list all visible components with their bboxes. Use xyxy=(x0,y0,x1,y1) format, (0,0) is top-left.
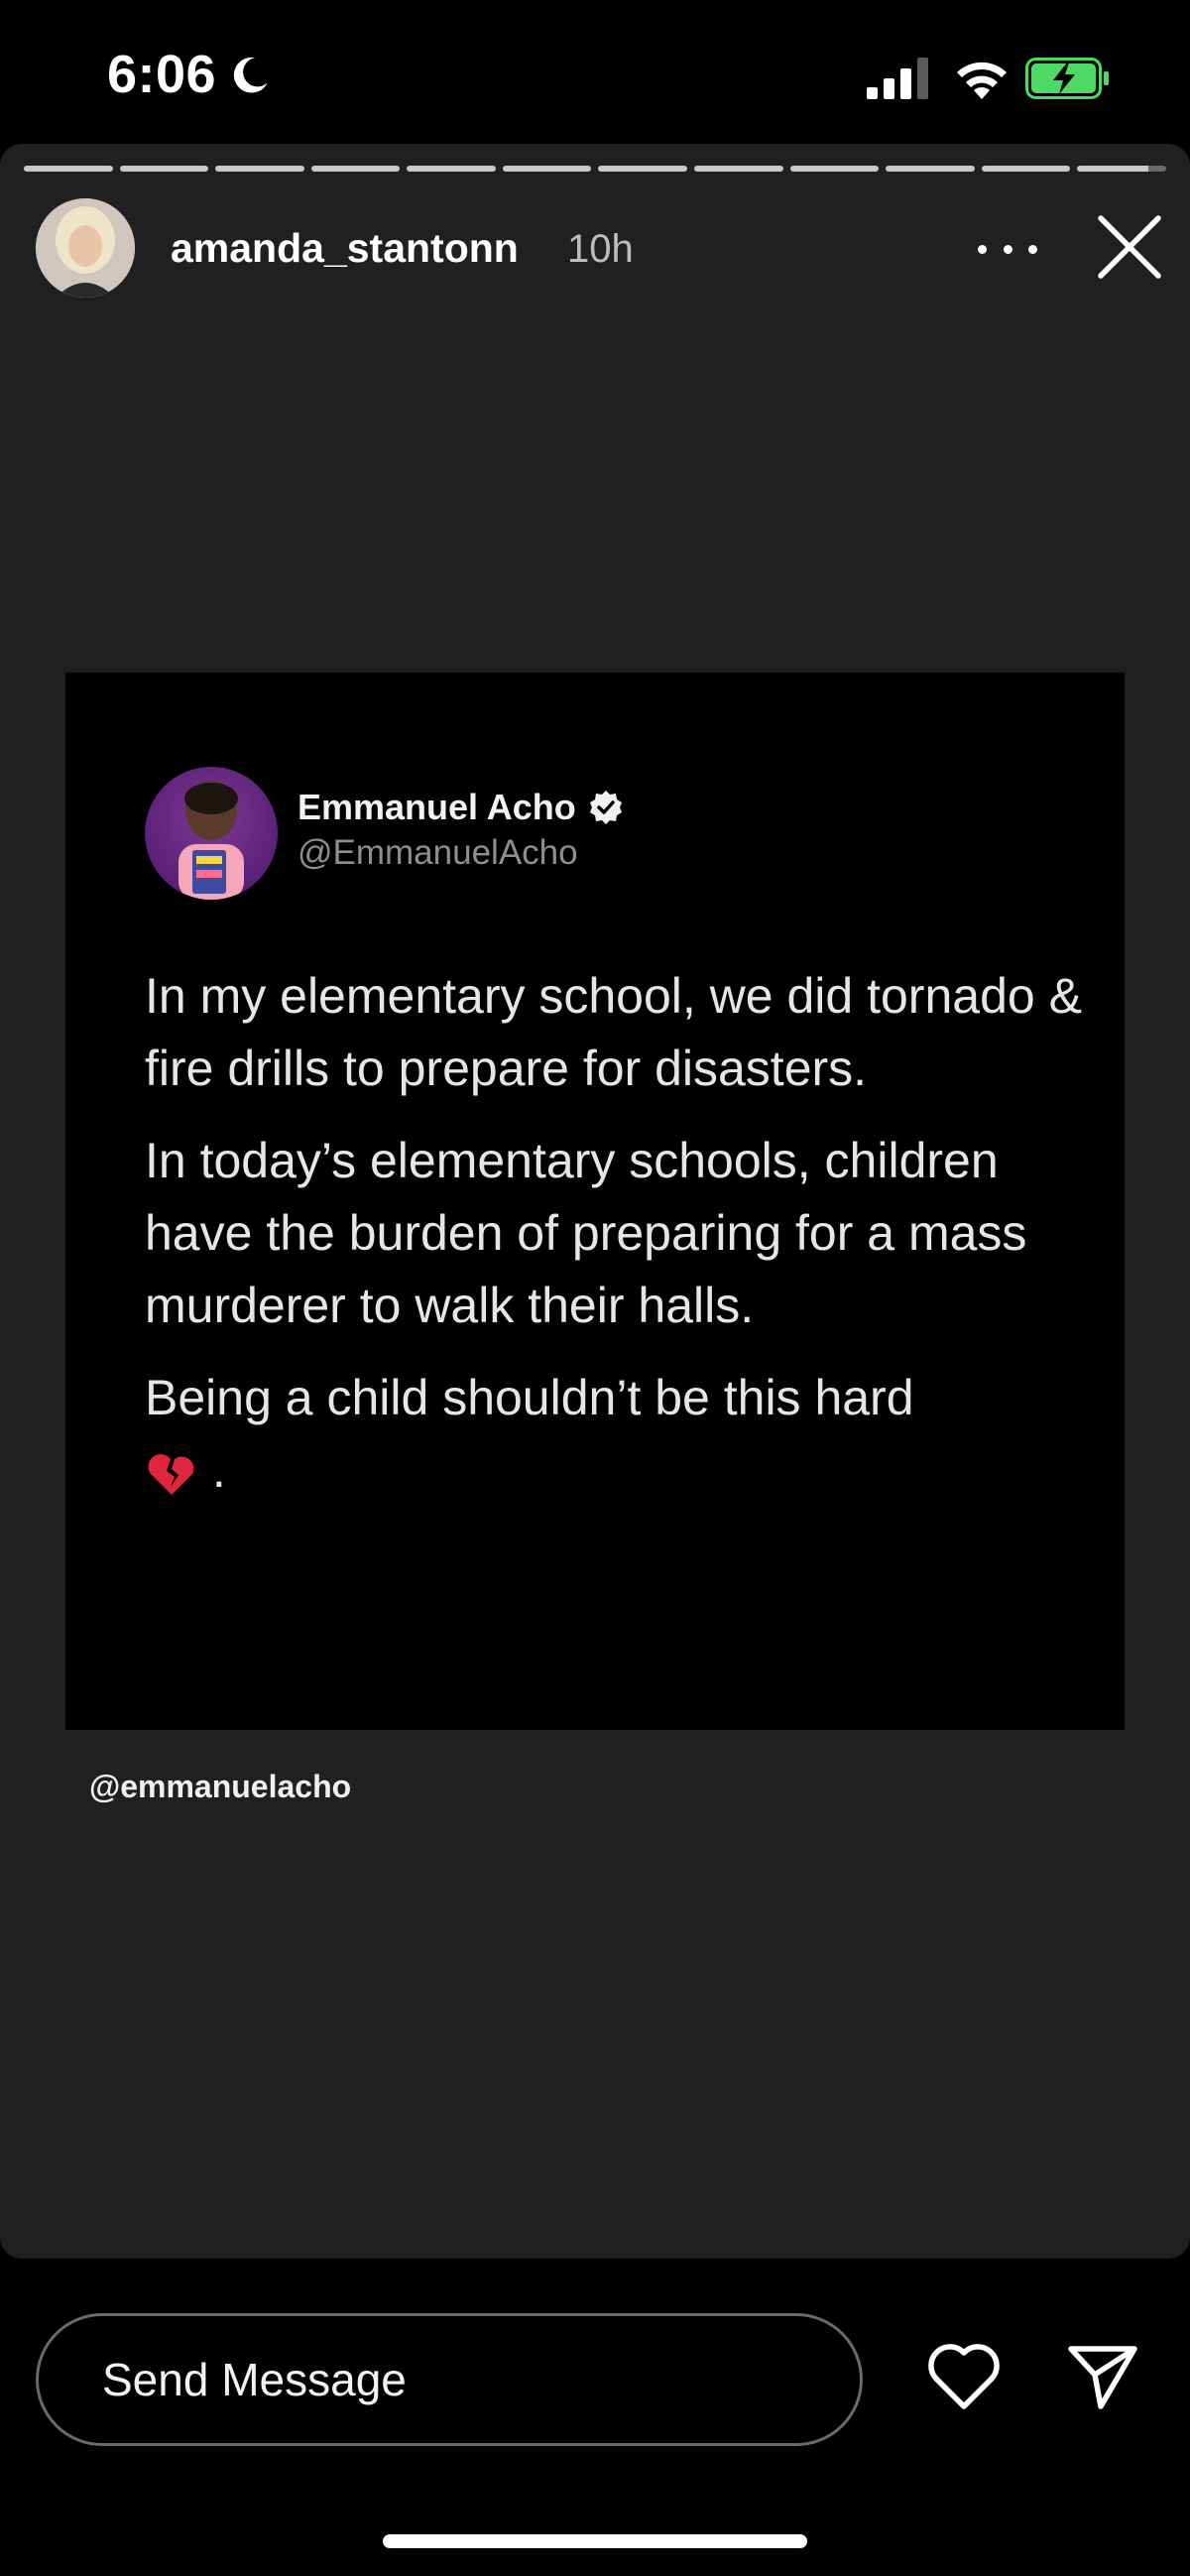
progress-segment xyxy=(789,166,880,172)
more-dot xyxy=(1003,244,1012,254)
progress-segment xyxy=(598,166,688,172)
story-viewer[interactable]: amanda_stantonn 10h Emmanuel Acho @Emman… xyxy=(0,144,1190,2259)
tweet-author-handle: @EmmanuelAcho xyxy=(298,833,578,872)
progress-segment xyxy=(886,166,975,172)
mention-sticker[interactable]: @emmanuelacho xyxy=(89,1769,351,1805)
tweet-trailing-text: . xyxy=(211,1442,226,1498)
status-bar: 6:06 xyxy=(0,0,1190,149)
send-message-placeholder: Send Message xyxy=(102,2354,407,2405)
story-progress-bar xyxy=(24,166,1166,172)
story-timestamp: 10h xyxy=(567,227,634,271)
avatar[interactable] xyxy=(36,198,135,298)
story-header: amanda_stantonn 10h xyxy=(36,198,1166,307)
more-dot xyxy=(1028,244,1037,254)
progress-segment xyxy=(310,166,401,172)
wifi-icon xyxy=(957,61,1007,99)
progress-segment xyxy=(694,166,783,172)
tweet-paragraph: In my elementary school, we did tornado … xyxy=(145,968,1082,1096)
more-dot xyxy=(978,244,987,254)
status-time: 6:06 xyxy=(107,44,272,105)
send-icon[interactable] xyxy=(1065,2341,1140,2412)
more-icon[interactable] xyxy=(978,234,1037,264)
tweet-author-name-text: Emmanuel Acho xyxy=(298,787,576,827)
progress-segment xyxy=(502,166,592,172)
story-username[interactable]: amanda_stantonn xyxy=(171,225,519,272)
battery-charging-icon xyxy=(1025,58,1109,99)
broken-heart-icon xyxy=(148,1453,194,1495)
home-indicator[interactable] xyxy=(383,2534,807,2548)
clock-text: 6:06 xyxy=(107,45,217,104)
signal-icon xyxy=(867,58,928,99)
tweet-paragraph: Being a child shouldn’t be this hard xyxy=(145,1370,914,1425)
tweet-trailing: . xyxy=(145,1434,1097,1507)
avatar-image xyxy=(36,198,135,298)
progress-segment xyxy=(981,166,1071,172)
moon-icon xyxy=(233,57,268,93)
tweet-screenshot: Emmanuel Acho @EmmanuelAcho In my elemen… xyxy=(65,673,1125,1730)
verified-icon xyxy=(589,791,622,824)
tweet-author-avatar xyxy=(145,767,278,900)
progress-segment xyxy=(407,166,496,172)
close-icon[interactable] xyxy=(1095,212,1164,282)
progress-segment xyxy=(119,166,209,172)
send-message-input[interactable]: Send Message xyxy=(36,2313,863,2446)
tweet-author-name: Emmanuel Acho xyxy=(298,787,624,828)
tweet-paragraph: In today’s elementary schools, children … xyxy=(145,1133,1027,1333)
tweet-text: In my elementary school, we did tornado … xyxy=(145,960,1097,1507)
heart-icon[interactable] xyxy=(926,2341,1002,2412)
progress-segment-current xyxy=(1077,166,1166,172)
progress-segment xyxy=(215,166,304,172)
progress-segment xyxy=(24,166,113,172)
tweet-avatar-image xyxy=(178,781,244,900)
